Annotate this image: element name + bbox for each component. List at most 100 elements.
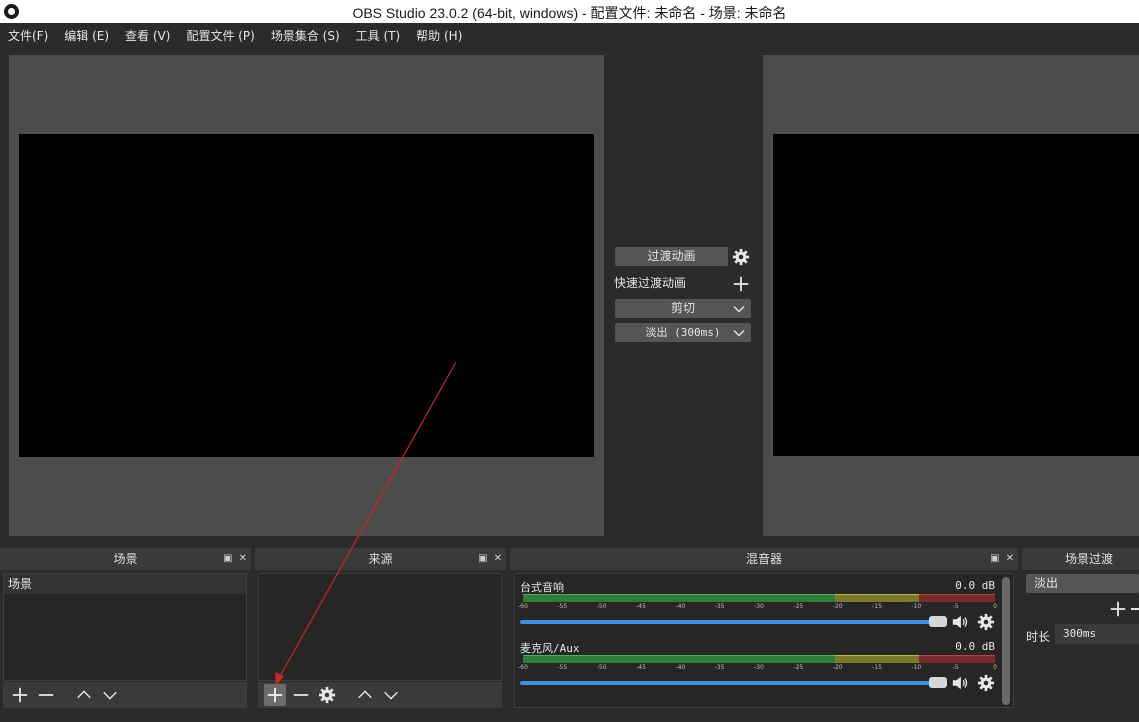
meter-tick-label: -15	[872, 603, 882, 610]
menu-file[interactable]: 文件(F)	[8, 27, 48, 44]
close-icon[interactable]: ✕	[494, 548, 502, 570]
scenes-dock-title: 场景 ▣ ✕	[0, 548, 251, 570]
meter-tick-label: -45	[636, 603, 646, 610]
meter-tick-label: -55	[557, 664, 568, 671]
meter-tick-label: -40	[675, 603, 686, 610]
meter-tick-label: -50	[596, 664, 607, 671]
volume-meter	[523, 594, 995, 602]
meter-tick-label: -25	[793, 664, 804, 671]
meter-ticks: -60 -55 -50 -45 -40 -35 -30 -25 -20 -15 -10 -5 0	[518, 664, 997, 674]
meter-tick-label: -50	[596, 603, 607, 610]
mixer-channel-desktop-audio: 台式音响 0.0 dB -60 -55 -50 -45 -40 -35 -30 -25 -20-…	[518, 576, 999, 634]
meter-ticks: -60 -55 -50 -45 -40 -35 -30 -25 -20 -15 -10 -5 0	[518, 603, 997, 613]
channel-name: 麦克风/Aux	[520, 642, 580, 655]
meter-tick-label: -20	[832, 664, 843, 671]
volume-slider[interactable]	[520, 681, 946, 685]
quick-transition-fade[interactable]: 淡出 (300ms)	[615, 323, 751, 342]
volume-meter	[523, 655, 995, 663]
speaker-icon[interactable]	[951, 613, 969, 631]
list-item[interactable]: 场景	[4, 574, 246, 594]
gear-icon[interactable]	[977, 613, 995, 631]
meter-tick-label: -60	[518, 603, 528, 610]
transition-select[interactable]: 淡出	[1026, 574, 1139, 593]
volume-slider[interactable]	[520, 620, 946, 624]
mixer-scrollbar[interactable]	[1002, 577, 1010, 705]
menu-scene-collection[interactable]: 场景集合 (S)	[271, 27, 340, 44]
float-icon[interactable]: ▣	[223, 548, 232, 570]
move-source-up-button[interactable]	[354, 684, 376, 706]
plus-icon	[267, 687, 283, 703]
meter-tick-label: -35	[714, 603, 725, 610]
chevron-down-icon	[384, 691, 398, 700]
meter-tick-label: -5	[952, 664, 959, 671]
meter-tick-label: 0	[993, 664, 997, 671]
program-canvas[interactable]	[773, 134, 1139, 456]
channel-db: 0.0 dB	[955, 579, 995, 592]
gear-icon	[318, 686, 336, 704]
minus-icon	[38, 694, 54, 696]
chevron-down-icon	[103, 691, 117, 700]
preview-panel[interactable]	[9, 55, 604, 536]
add-scene-button[interactable]	[9, 684, 31, 706]
float-icon[interactable]: ▣	[478, 548, 487, 570]
channel-db: 0.0 dB	[955, 640, 995, 653]
meter-tick-label: -35	[714, 664, 725, 671]
menu-view[interactable]: 查看 (V)	[125, 27, 170, 44]
scene-transitions-panel: 淡出 时长 300ms	[1022, 572, 1139, 708]
meter-tick-label: -20	[832, 603, 843, 610]
add-source-button[interactable]	[264, 684, 286, 706]
source-properties-button[interactable]	[316, 684, 338, 706]
quick-transition-cut[interactable]: 剪切	[615, 299, 751, 318]
meter-tick-label: -15	[872, 664, 882, 671]
menu-tools[interactable]: 工具 (T)	[356, 27, 401, 44]
preview-canvas[interactable]	[19, 134, 594, 457]
window-title: OBS Studio 23.0.2 (64-bit, windows) - 配置…	[352, 5, 787, 21]
scenes-list[interactable]: 场景	[3, 573, 247, 681]
menu-edit[interactable]: 编辑 (E)	[64, 27, 109, 44]
move-source-down-button[interactable]	[380, 684, 402, 706]
volume-slider-handle[interactable]	[929, 677, 947, 688]
duration-input[interactable]: 300ms	[1055, 624, 1139, 644]
move-scene-up-button[interactable]	[73, 684, 95, 706]
meter-tick-label: -30	[754, 664, 764, 671]
meter-tick-label: -55	[557, 603, 568, 610]
channel-name: 台式音响	[520, 581, 564, 594]
gear-icon[interactable]	[977, 674, 995, 692]
minus-icon	[293, 694, 309, 696]
speaker-icon[interactable]	[951, 674, 969, 692]
chevron-up-icon	[358, 690, 372, 699]
remove-source-button[interactable]	[290, 684, 312, 706]
gear-icon[interactable]	[732, 248, 750, 266]
quick-transitions-label: 快速过渡动画	[614, 276, 687, 290]
chevron-down-icon	[733, 306, 745, 313]
meter-tick-label: -25	[793, 603, 804, 610]
mixer-channel-mic-aux: 麦克风/Aux 0.0 dB -60 -55 -50 -45 -40 -35 -30 -25-…	[518, 637, 999, 695]
menu-help[interactable]: 帮助 (H)	[416, 27, 462, 44]
plus-icon[interactable]	[1109, 600, 1127, 618]
plus-icon[interactable]	[732, 275, 750, 293]
mixer-dock-title: 混音器 ▣ ✕	[510, 548, 1018, 570]
meter-tick-label: -10	[911, 664, 922, 671]
remove-scene-button[interactable]	[35, 684, 57, 706]
meter-tick-label: -5	[952, 603, 959, 610]
chevron-down-icon	[733, 330, 745, 337]
sources-dock-title: 来源 ▣ ✕	[255, 548, 506, 570]
scene-transitions-dock-title: 场景过渡	[1022, 548, 1139, 570]
sources-list[interactable]	[258, 573, 502, 681]
duration-label: 时长	[1026, 630, 1051, 644]
volume-slider-handle[interactable]	[929, 616, 947, 627]
float-icon[interactable]: ▣	[990, 548, 999, 570]
menu-profile[interactable]: 配置文件 (P)	[186, 27, 254, 44]
move-scene-down-button[interactable]	[99, 684, 121, 706]
meter-tick-label: -40	[675, 664, 686, 671]
scenes-toolbar	[3, 682, 247, 708]
close-icon[interactable]: ✕	[1006, 548, 1014, 570]
transition-button[interactable]: 过渡动画	[615, 247, 728, 266]
meter-tick-label: -60	[518, 664, 528, 671]
minus-icon[interactable]	[1131, 608, 1139, 610]
close-icon[interactable]: ✕	[239, 548, 247, 570]
title-bar: OBS Studio 23.0.2 (64-bit, windows) - 配置…	[0, 0, 1139, 23]
chevron-up-icon	[77, 690, 91, 699]
program-panel[interactable]	[763, 55, 1139, 536]
meter-tick-label: -10	[911, 603, 922, 610]
